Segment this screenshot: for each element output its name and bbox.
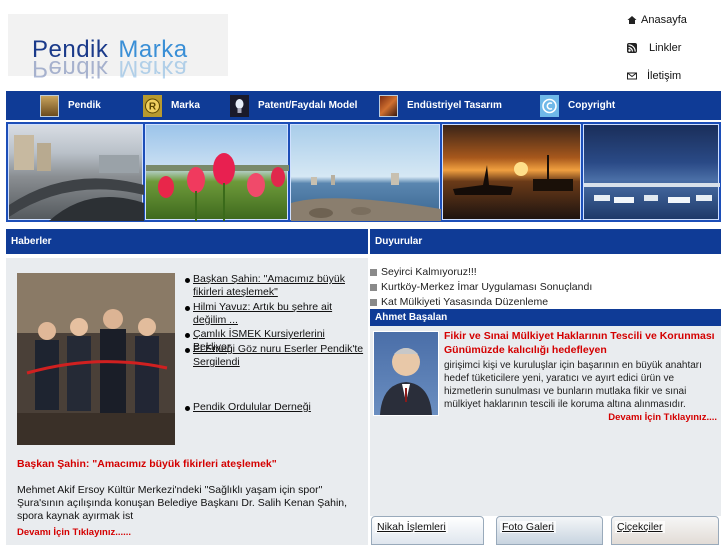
tab-foto-galeri-label: Foto Galeri [500,521,556,533]
news-link-2-text: Hilmi Yavuz: Artık bu şehre ait değilim … [193,301,333,326]
photo-city-road-art [9,135,144,221]
nav-item-pendik[interactable]: Pendik [40,91,101,120]
tab-nikah-label: Nikah İşlemleri [375,521,448,533]
mail-icon [627,72,637,80]
nav-item-patent[interactable]: Patent/Faydalı Model [230,91,357,120]
copyright-icon [540,94,559,117]
news-headline[interactable]: Başkan Şahin: "Amacımız büyük fikirleri … [17,458,277,470]
ahmet-read-more-link[interactable]: Devamı İçin Tıklayınız.... [608,412,717,423]
logo-reflection-word-pendik: Pendik [32,55,109,82]
news-photo[interactable] [17,273,175,445]
portrait-art [380,348,432,415]
top-link-home-label: Anasayfa [641,14,687,26]
nav-item-copyright-label: Copyright [568,100,616,111]
design-icon [379,94,398,117]
ahmet-photo[interactable] [373,331,439,416]
photo-marina-art [584,183,720,203]
haberler-header: Haberler [6,229,368,254]
news-link-1-text: Başkan Şahin: "Amacımız büyük fikirleri … [193,273,345,298]
announcement-item-2[interactable]: Kurtköy-Merkez İmar Uygulaması Sonuçland… [370,281,592,293]
ahmet-panel: Fikir ve Sınai Mülkiyet Haklarının Tesci… [370,326,721,516]
ahmet-article-body: girişimci kişi ve kuruluşlar için başarı… [444,360,702,410]
nav-item-pendik-label: Pendik [68,100,101,111]
photo-coast-art [291,173,441,221]
square-bullet-icon [370,298,377,306]
ahmet-article-title[interactable]: Fikir ve Sınai Mülkiyet Haklarının Tesci… [444,329,720,357]
bullet-icon [185,406,190,411]
news-link-2[interactable]: Hilmi Yavuz: Artık bu şehre ait değilim … [185,301,365,327]
nav-item-copyright[interactable]: Copyright [540,91,615,120]
top-link-contact[interactable]: İletişim [627,70,681,82]
announcement-item-3[interactable]: Kat Mülkiyeti Yasasında Düzenleme [370,296,548,308]
news-panel: Başkan Şahin: "Amacımız büyük fikirleri … [6,258,368,545]
logo-reflection: Pendik Marka [32,54,188,82]
announcement-item-3-text: Kat Mülkiyeti Yasasında Düzenleme [381,296,549,308]
news-photo-art [17,273,175,445]
news-link-5-text: Pendik Ordulular Derneği [193,401,311,413]
registered-mark-icon: R [143,94,162,117]
photo-marina [583,124,720,220]
site-logo[interactable]: Pendik Marka Pendik Marka [8,14,228,82]
tab-nikah[interactable]: Nikah İşlemleri [371,516,484,545]
bullet-icon [185,333,190,338]
news-link-4-text: El Emeği Göz nuru Eserler Pendik'te Serg… [193,343,364,368]
lightbulb-icon [230,94,249,117]
tab-cicekciler[interactable]: Çiçekçiler [611,516,719,545]
nav-item-design[interactable]: Endüstriyel Tasarım [379,91,502,120]
duyurular-header: Duyurular [370,229,721,254]
news-link-5[interactable]: Pendik Ordulular Derneği [185,401,311,414]
bullet-icon [185,348,190,353]
nav-item-marka[interactable]: R Marka [143,91,200,120]
home-icon [627,16,637,24]
bullet-icon [185,278,190,283]
photo-tulips [145,124,289,221]
ahmet-header: Ahmet Başalan [370,309,721,327]
square-bullet-icon [370,268,377,276]
logo-reflection-word-marka: Marka [118,55,188,82]
main-nav: Pendik R Marka Patent/Faydalı Model Endü… [6,91,721,120]
tab-foto-galeri[interactable]: Foto Galeri [496,516,603,545]
bullet-icon [185,306,190,311]
photo-sunset-harbor-art [453,155,573,195]
news-link-1[interactable]: Başkan Şahin: "Amacımız büyük fikirleri … [185,273,365,299]
announcement-item-1-text: Seyirci Kalmıyoruz!!! [381,266,477,278]
tab-cicekciler-label: Çiçekçiler [615,521,665,533]
photo-city-road [8,124,144,221]
announcement-item-1[interactable]: Seyirci Kalmıyoruz!!! [370,266,477,278]
photo-sunset-harbor [442,124,581,220]
svg-text:R: R [149,101,157,112]
top-link-links[interactable]: Linkler [627,42,681,54]
square-bullet-icon [370,283,377,291]
news-link-4[interactable]: El Emeği Göz nuru Eserler Pendik'te Serg… [185,343,365,369]
photo-strip [6,122,721,222]
nav-item-marka-label: Marka [171,100,200,111]
news-body: Mehmet Akif Ersoy Kültür Merkezi'ndeki "… [17,484,348,522]
top-link-contact-label: İletişim [647,70,682,82]
nav-item-design-label: Endüstriyel Tasarım [407,100,502,111]
announcement-item-2-text: Kurtköy-Merkez İmar Uygulaması Sonuçland… [381,281,593,293]
top-link-home[interactable]: Anasayfa [627,14,687,26]
photo-tulips-art [146,153,289,221]
photo-coast [290,124,441,221]
nav-item-patent-label: Patent/Faydalı Model [258,100,358,111]
pendik-icon [40,94,59,117]
top-link-links-label: Linkler [649,42,682,54]
rss-icon [627,43,637,53]
news-read-more-link[interactable]: Devamı İçin Tıklayınız...... [17,527,131,538]
